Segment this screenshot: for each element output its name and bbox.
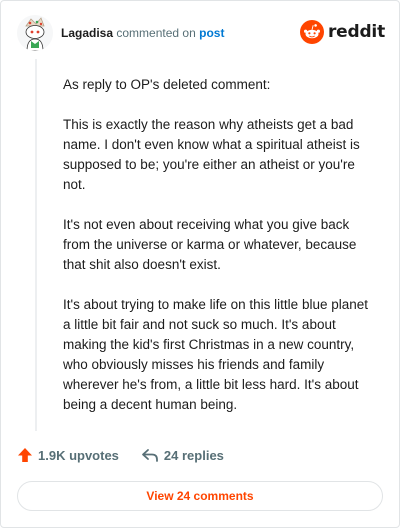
upvote-button[interactable]: 1.9K upvotes — [17, 447, 119, 463]
comment-body: As reply to OP's deleted comment: This i… — [63, 75, 379, 435]
reddit-wordmark: reddit — [327, 22, 385, 42]
user-avatar-icon[interactable] — [17, 15, 53, 51]
view-comments-button[interactable]: View 24 comments — [17, 481, 383, 511]
username-link[interactable]: Lagadisa — [61, 26, 113, 40]
reddit-snoo-icon — [299, 20, 324, 44]
reddit-logo[interactable]: reddit — [299, 19, 385, 45]
upvote-count: 1.9K upvotes — [38, 447, 119, 463]
comment-actions: 1.9K upvotes 24 replies — [17, 445, 246, 465]
comment-paragraph: It's about trying to make life on this l… — [63, 297, 368, 412]
byline-action-text: commented on — [116, 26, 196, 40]
thread-line[interactable] — [35, 59, 37, 431]
reply-count: 24 replies — [163, 447, 224, 463]
comment-card: Lagadisa commented on post reddit As rep… — [0, 0, 400, 528]
reply-button[interactable]: 24 replies — [141, 447, 224, 463]
post-link[interactable]: post — [199, 26, 224, 40]
comment-paragraph: As reply to OP's deleted comment: — [63, 77, 271, 92]
upvote-arrow-icon — [18, 448, 32, 462]
comment-paragraph: This is exactly the reason why atheists … — [63, 117, 360, 192]
comment-paragraph: It's not even about receiving what you g… — [63, 217, 357, 272]
reply-arrow-icon — [142, 449, 158, 462]
comment-header: Lagadisa commented on post reddit — [17, 15, 385, 51]
comment-byline: Lagadisa commented on post — [61, 26, 224, 40]
